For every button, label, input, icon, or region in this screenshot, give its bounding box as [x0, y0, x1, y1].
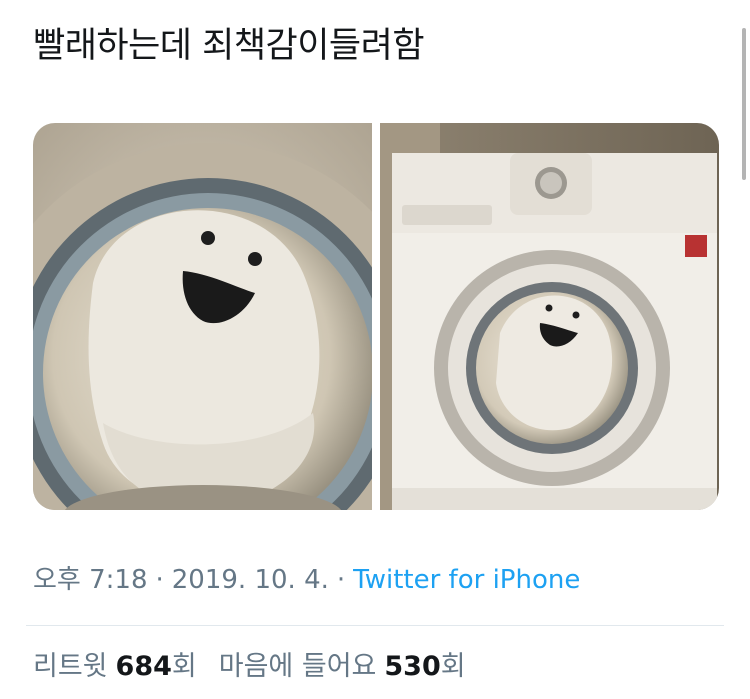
tweet-stats: 리트윗 684회 마음에 들어요 530회 — [33, 645, 466, 689]
meta-separator: · — [155, 565, 164, 595]
photo-washer-full[interactable] — [380, 123, 719, 510]
tweet-source-link[interactable]: Twitter for iPhone — [353, 565, 580, 595]
meta-separator: · — [336, 565, 346, 595]
washer-full-image — [380, 123, 719, 510]
retweets-stat[interactable]: 리트윗 684회 — [33, 651, 197, 682]
tweet-meta: 오후 7:18 · 2019. 10. 4. · Twitter for iPhone — [33, 558, 580, 602]
likes-stat[interactable]: 마음에 들어요 530회 — [219, 651, 466, 682]
scroll-indicator[interactable] — [742, 28, 746, 180]
retweets-count: 684 — [115, 651, 172, 682]
divider — [26, 625, 724, 626]
tweet-time: 오후 7:18 — [33, 565, 148, 595]
tweet-text: 빨래하는데 죄책감이들려함 — [33, 26, 425, 66]
media-grid — [33, 123, 719, 510]
likes-label: 마음에 들어요 — [218, 651, 377, 682]
retweets-unit: 회 — [171, 651, 197, 682]
likes-count: 530 — [384, 651, 441, 682]
photo-washer-door-closeup[interactable] — [33, 123, 372, 510]
retweets-label: 리트윗 — [33, 651, 108, 682]
likes-unit: 회 — [440, 651, 466, 682]
washer-door-closeup-image — [33, 123, 372, 510]
tweet-date: 2019. 10. 4. — [171, 565, 329, 595]
